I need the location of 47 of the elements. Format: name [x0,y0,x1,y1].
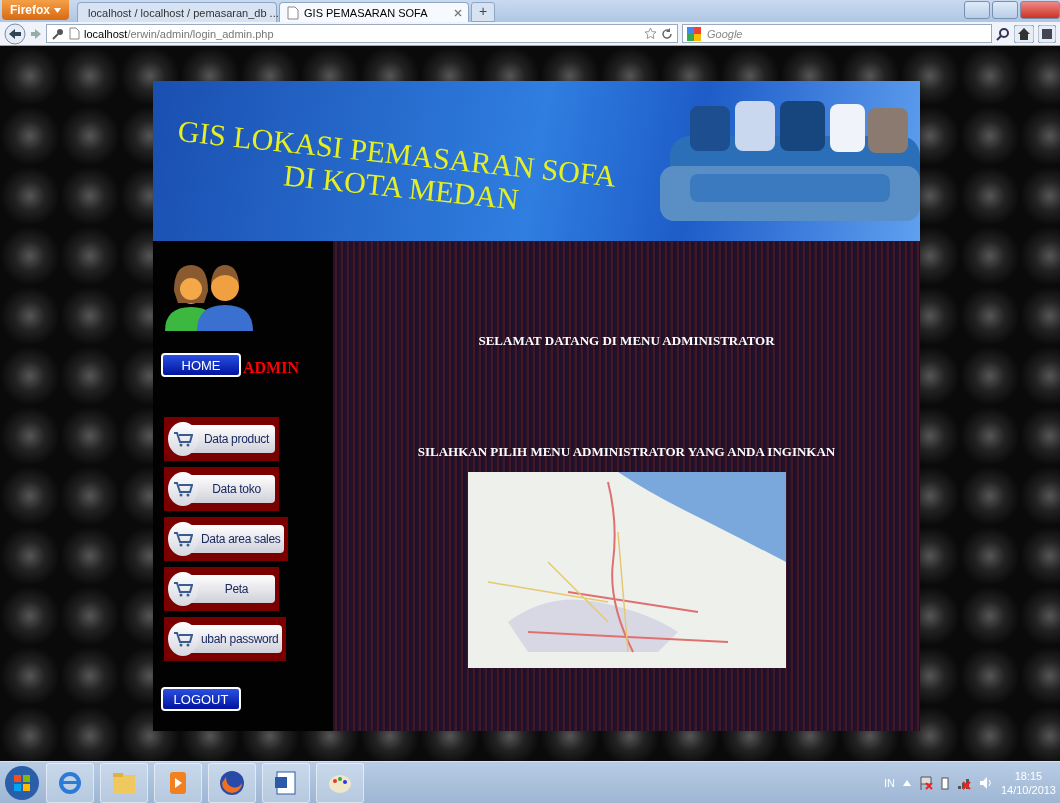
instruction-text: SILAHKAN PILIH MENU ADMINISTRATOR YANG ANDA INGINKAN [417,444,836,460]
role-label: ADMIN [243,359,299,377]
cart-icon [173,481,193,497]
home-button[interactable]: HOME [161,353,241,377]
speaker-icon[interactable] [978,776,993,790]
start-button-icon[interactable] [4,765,40,801]
star-icon[interactable] [644,27,657,40]
network-icon[interactable] [956,776,971,790]
search-placeholder: Google [707,27,743,40]
menu-button[interactable]: Data product [164,417,279,461]
cart-icon [173,531,193,547]
menu-button[interactable]: ubah password [164,617,286,661]
cart-icon [173,581,193,597]
menu-button[interactable]: Data toko [164,467,279,511]
media-player-icon[interactable] [154,763,202,803]
browser-tab[interactable]: GIS PEMASARAN SOFA [279,2,469,22]
flag-icon[interactable] [918,776,933,790]
search-engine-icon [687,26,703,41]
search-icon[interactable] [996,26,1010,41]
page-icon [286,5,300,20]
close-tab-icon[interactable] [454,8,462,17]
address-bar[interactable]: localhost/erwin/admin/login_admin.php [46,24,678,43]
caret-up-icon[interactable] [902,780,911,786]
cart-icon [173,631,193,647]
logout-button[interactable]: LOGOUT [161,687,241,711]
forward-icon[interactable] [30,26,42,41]
new-tab-button[interactable]: + [471,2,495,22]
caret-icon [54,7,61,13]
word-document-icon[interactable] [262,763,310,803]
search-field[interactable]: Google [682,24,992,43]
paint-palette-icon[interactable] [316,763,364,803]
cart-icon [173,431,193,447]
menu-button[interactable]: Data area sales [164,517,288,561]
page-icon [69,27,80,40]
key-icon [51,26,65,41]
restore-icon[interactable] [992,1,1018,19]
browser-e-icon[interactable] [46,763,94,803]
menu-button[interactable]: Peta [164,567,279,611]
url-text: localhost/erwin/admin/login_admin.php [84,27,274,40]
welcome-heading: SELAMAT DATANG DI MENU ADMINISTRATOR [478,333,775,349]
battery-icon[interactable] [940,776,949,790]
home-icon[interactable] [1014,24,1034,43]
reload-icon[interactable] [661,27,673,40]
browser-tab[interactable]: localhost / localhost / pemasaran_db ... [77,2,277,22]
minimize-icon[interactable] [964,1,990,19]
back-icon[interactable] [4,22,26,45]
close-icon[interactable] [1020,1,1060,19]
